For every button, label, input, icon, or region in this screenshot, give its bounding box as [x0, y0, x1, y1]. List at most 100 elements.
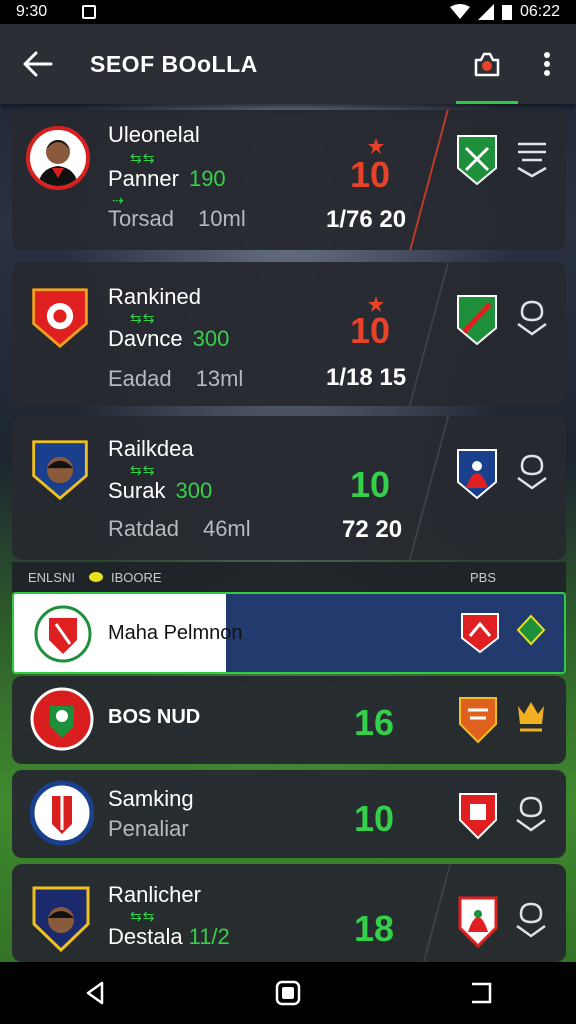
team-badge-icon: [457, 449, 497, 500]
notification-icon: [82, 5, 96, 19]
rank-number: 10: [350, 464, 391, 505]
team-badge-icon: [458, 896, 498, 948]
team-badge-icon: [459, 697, 497, 744]
club-crest-icon: [30, 780, 94, 846]
signal-icon: [477, 4, 494, 20]
player-stat-row: Torsad 10ml: [108, 206, 246, 232]
score: 72 20: [342, 516, 403, 543]
nav-back-icon[interactable]: [84, 981, 106, 1005]
team-name: Ranlicher: [108, 882, 201, 907]
star-icon: [368, 138, 384, 154]
arrow-left-icon: [23, 51, 53, 77]
team-number: 10: [354, 798, 395, 839]
team-badge-icon: [459, 793, 497, 840]
status-right: 06:22: [449, 3, 560, 21]
team-number: 18: [354, 908, 395, 949]
stat-value: 300: [175, 478, 213, 503]
team-sub-row: Destala 11/2: [108, 924, 230, 950]
rose-icon[interactable]: [514, 452, 550, 492]
stat-label: Panner: [108, 166, 179, 191]
camera-button[interactable]: [456, 24, 518, 104]
status-bar: 9:30 06:22: [0, 0, 576, 24]
player-card[interactable]: Railkdea ⇆⇆ Surak 300 Ratdad 46ml 10 72 …: [12, 416, 566, 560]
arrows-icon: ⇆⇆: [130, 462, 156, 478]
card-divider: [409, 110, 449, 250]
arrows-icon: ⇆⇆: [130, 150, 156, 166]
card-divider: [422, 864, 452, 962]
rose-icon[interactable]: [514, 298, 550, 338]
stat-label: Ratdad: [108, 516, 179, 541]
app-bar: SEOF BOoLLA: [0, 24, 576, 104]
player-card[interactable]: Rankined ⇆⇆ Davnce 300 Eadad 13ml 10 1/1…: [12, 262, 566, 406]
player-stat-row: Panner 190: [108, 166, 226, 192]
stat-label: Davnce: [108, 326, 183, 351]
ball-icon: [88, 572, 103, 582]
system-nav-bar: [0, 962, 576, 1024]
team-name: BOS NUD: [108, 706, 201, 728]
section-header: ENLSNI IBOORE PBS: [12, 562, 566, 592]
player-name: Rankined: [108, 284, 201, 309]
more-button[interactable]: [518, 24, 576, 104]
section-label-left: ENLSNI: [28, 569, 75, 585]
stat-label: Eadad: [108, 366, 172, 391]
team-row[interactable]: Samking Penaliar 10: [12, 770, 566, 858]
battery-icon: [501, 5, 512, 20]
stat-value: 13ml: [195, 366, 244, 391]
player-card[interactable]: Uleonelal ⇆⇆ Panner 190 ⇢ Torsad 10ml 10…: [12, 110, 566, 250]
card-divider: [408, 416, 450, 560]
player-stat-row: Eadad 13ml: [108, 366, 243, 392]
club-crest-icon: [34, 605, 92, 663]
club-crest-icon: [32, 440, 88, 501]
player-name: Uleonelal: [108, 122, 200, 147]
crown-icon: [518, 702, 544, 732]
club-crest-icon: [32, 288, 88, 349]
stat-value: 10ml: [198, 206, 246, 231]
rose-icon[interactable]: [514, 612, 548, 652]
team-row[interactable]: Ranlicher ⇆⇆ Destala 11/2 18: [12, 864, 566, 962]
stat-value: 46ml: [202, 516, 251, 541]
team-number: 16: [354, 702, 395, 743]
arrows-icon: ⇆⇆: [130, 310, 156, 326]
team-sub: Penaliar: [108, 816, 189, 841]
section-label-middle: IBOORE: [110, 569, 162, 585]
app-title: SEOF BOoLLA: [90, 50, 258, 77]
card-divider: [408, 262, 450, 406]
team-name: Samking: [108, 786, 194, 811]
nav-home-icon[interactable]: [275, 980, 301, 1006]
stat-label: Torsad: [108, 206, 175, 231]
highlighted-team-row[interactable]: Maha Pelmnon: [12, 592, 566, 674]
team-row[interactable]: BOS NUD 16: [12, 676, 566, 764]
rose-icon[interactable]: [514, 900, 548, 940]
app-actions: [456, 24, 576, 104]
camera-icon: [474, 52, 500, 77]
team-badge-icon: [457, 295, 497, 346]
rose-icon[interactable]: [514, 794, 548, 834]
stat-value: 190: [188, 166, 226, 191]
wifi-icon: [449, 4, 470, 19]
section-label-right: PBS: [469, 569, 496, 585]
settings-icon[interactable]: [514, 138, 550, 178]
stat-value: 300: [192, 326, 230, 351]
back-button[interactable]: [0, 24, 76, 104]
club-crest-icon: [30, 687, 94, 751]
stat-label: Surak: [108, 478, 166, 503]
player-avatar: [26, 126, 90, 190]
rank-number: 10: [350, 154, 391, 195]
player-stat-row: Ratdad 46ml: [108, 516, 251, 542]
club-crest-icon: [32, 886, 90, 953]
team-badge-icon: [461, 613, 499, 654]
team-sub: Destala: [108, 924, 183, 949]
status-time: 9:30: [16, 3, 48, 20]
score: 1/18 15: [326, 364, 407, 391]
team-badge-icon: [457, 135, 497, 186]
nav-recents-icon[interactable]: [470, 982, 492, 1004]
status-time-right: 06:22: [519, 3, 560, 20]
score: 1/76 20: [326, 206, 407, 233]
arrows-icon: ⇆⇆: [130, 908, 156, 924]
player-stat-row: Surak 300: [108, 478, 212, 504]
player-name: Railkdea: [108, 436, 194, 461]
player-stat-row: Davnce 300: [108, 326, 229, 352]
more-vert-icon: [544, 52, 550, 76]
rank-number: 10: [350, 310, 391, 351]
highlighted-team-name: Maha Pelmnon: [108, 622, 243, 644]
